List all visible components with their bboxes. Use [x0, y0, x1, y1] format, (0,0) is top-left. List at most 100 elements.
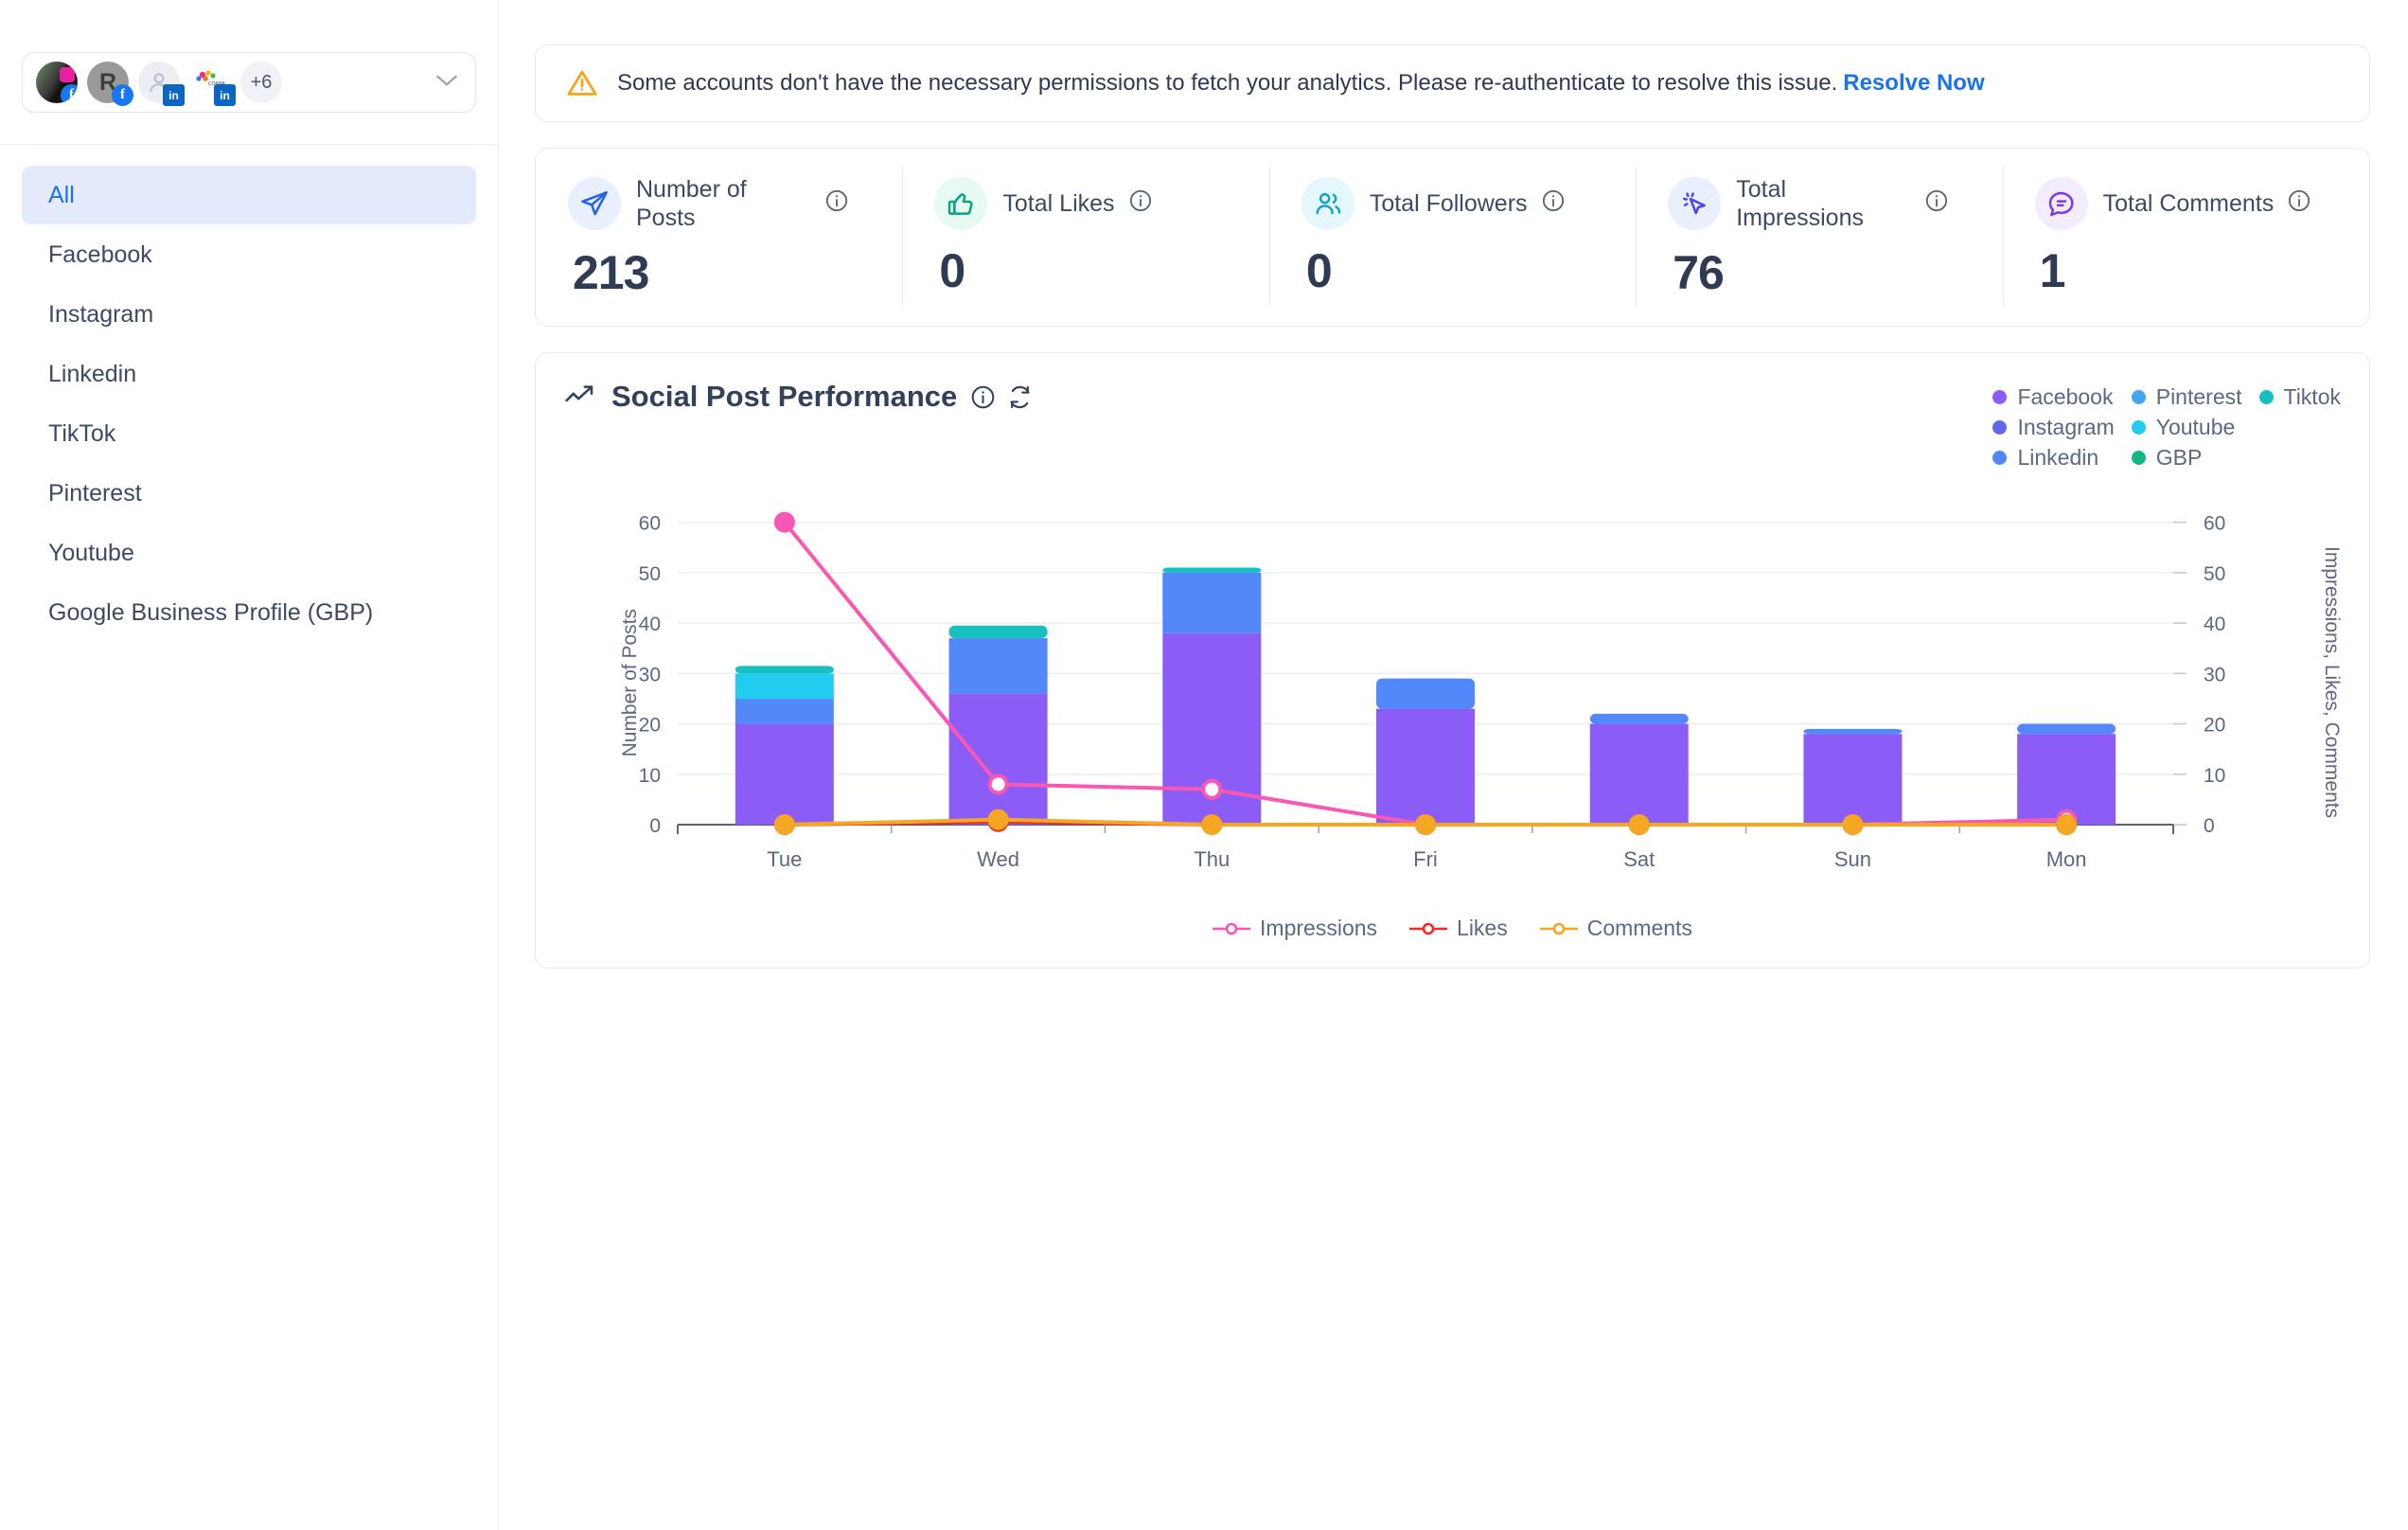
line-marker-icon [1540, 921, 1578, 936]
bar-segment-linkedin[interactable] [1376, 679, 1475, 709]
legend-item-tiktok[interactable]: Tiktok [2259, 384, 2342, 410]
point-impressions[interactable] [990, 775, 1007, 792]
bar-segment-linkedin[interactable] [1803, 729, 1902, 734]
metric-legend: Impressions Likes Comments [536, 916, 2369, 941]
bar-segment-facebook[interactable] [735, 724, 834, 825]
x-axis-tick-label: Fri [1413, 847, 1438, 871]
kpi-total-impressions: Total Impressions 76 [1636, 149, 2002, 326]
warning-triangle-icon [566, 67, 598, 99]
network-nav: All Facebook Instagram Linkedin TikTok P… [0, 166, 498, 643]
bar-segment-linkedin[interactable] [949, 638, 1048, 694]
legend-item-gbp[interactable]: GBP [2132, 445, 2242, 471]
page-title: Social Post Performance [611, 380, 957, 414]
info-icon[interactable] [1128, 188, 1153, 218]
social-post-performance-card: Social Post Performance Facebook Pintere… [535, 352, 2370, 969]
legend-label: Likes [1457, 916, 1508, 941]
point-comments[interactable] [1203, 816, 1220, 833]
avatar-linkedin-2[interactable]: COMPANY in [189, 62, 231, 103]
info-icon[interactable] [1541, 188, 1566, 218]
sidebar-item-all[interactable]: All [22, 166, 476, 224]
legend-item-impressions[interactable]: Impressions [1213, 916, 1377, 941]
bar-segment-youtube[interactable] [735, 673, 834, 699]
info-icon[interactable] [824, 188, 849, 218]
bar-segment-linkedin[interactable] [1162, 573, 1261, 633]
line-marker-icon [1409, 921, 1447, 936]
account-selector[interactable]: f R f in COMPANY in [22, 52, 476, 113]
main-content: Some accounts don't have the necessary p… [499, 0, 2408, 1530]
bar-segment-tiktok[interactable] [949, 626, 1048, 638]
legend-item-pinterest[interactable]: Pinterest [2132, 384, 2242, 410]
legend-label: Impressions [1260, 916, 1377, 941]
bar-segment-facebook[interactable] [1590, 724, 1689, 825]
line-marker-icon [1213, 921, 1250, 936]
bar-segment-facebook[interactable] [949, 694, 1048, 825]
thumbs-up-icon [934, 177, 987, 230]
y2-axis-title: Impressions, Likes, Comments [2320, 546, 2343, 818]
chevron-down-icon[interactable] [434, 73, 459, 92]
point-comments[interactable] [990, 811, 1007, 828]
sidebar-item-instagram[interactable]: Instagram [22, 285, 476, 344]
legend-item-comments[interactable]: Comments [1540, 916, 1692, 941]
bar-segment-linkedin[interactable] [2017, 724, 2116, 735]
kpi-value: 76 [1673, 245, 2002, 300]
bar-segment-tiktok[interactable] [1162, 568, 1261, 573]
point-comments[interactable] [1631, 816, 1648, 833]
sidebar-item-pinterest[interactable]: Pinterest [22, 464, 476, 523]
kpi-summary-row: Number of Posts 213 Total Likes [535, 148, 2370, 327]
social-post-performance-chart: 00101020203030404050506060TueWedThuFriSa… [564, 503, 2296, 900]
y2-axis-tick-label: 10 [2204, 765, 2225, 787]
y-axis-tick-label: 30 [639, 664, 661, 685]
point-comments[interactable] [1844, 816, 1861, 833]
chart-title-group: Social Post Performance [564, 380, 1044, 414]
kpi-value: 213 [573, 245, 902, 300]
y-axis-tick-label: 20 [639, 715, 661, 737]
resolve-now-link[interactable]: Resolve Now [1843, 70, 1984, 97]
legend-item-likes[interactable]: Likes [1409, 916, 1508, 941]
sidebar-item-label: Facebook [48, 241, 152, 269]
sidebar-item-facebook[interactable]: Facebook [22, 225, 476, 284]
y-axis-tick-label: 50 [639, 563, 661, 585]
info-icon[interactable] [1924, 188, 1949, 218]
legend-item-youtube[interactable]: Youtube [2132, 415, 2242, 440]
sidebar-item-youtube[interactable]: Youtube [22, 524, 476, 582]
sidebar-item-gbp[interactable]: Google Business Profile (GBP) [22, 583, 476, 642]
chart-header: Social Post Performance Facebook Pintere… [564, 380, 2341, 471]
kpi-number-of-posts: Number of Posts 213 [536, 149, 902, 326]
point-comments[interactable] [776, 816, 793, 833]
bar-segment-linkedin[interactable] [735, 699, 834, 724]
avatar-facebook-2[interactable]: R f [87, 62, 129, 103]
bar-segment-tiktok[interactable] [735, 666, 834, 673]
x-axis-tick-label: Tue [767, 847, 802, 871]
info-icon[interactable] [2287, 188, 2311, 218]
point-impressions[interactable] [776, 514, 793, 531]
legend-item-facebook[interactable]: Facebook [1992, 384, 2114, 410]
legend-dot-icon [1992, 420, 2007, 435]
sidebar-item-label: Pinterest [48, 480, 142, 507]
sidebar-item-linkedin[interactable]: Linkedin [22, 345, 476, 403]
sidebar-item-label: Google Business Profile (GBP) [48, 599, 373, 627]
kpi-value: 0 [939, 243, 1268, 298]
bar-segment-facebook[interactable] [1376, 709, 1475, 825]
linkedin-badge-icon: in [163, 84, 185, 106]
sidebar-item-tiktok[interactable]: TikTok [22, 404, 476, 463]
sidebar-divider [0, 144, 498, 145]
sidebar-item-label: TikTok [48, 420, 115, 448]
point-comments[interactable] [2058, 816, 2075, 833]
bar-segment-facebook[interactable] [1803, 734, 1902, 825]
point-impressions[interactable] [1203, 781, 1220, 798]
info-icon[interactable] [970, 384, 996, 410]
legend-item-instagram[interactable]: Instagram [1992, 415, 2114, 440]
legend-label: Youtube [2156, 415, 2236, 440]
sidebar-item-label: Linkedin [48, 361, 136, 388]
kpi-label: Total Impressions [1736, 175, 1911, 232]
avatar-linkedin-1[interactable]: in [138, 62, 180, 103]
more-accounts-count[interactable]: +6 [240, 62, 282, 103]
avatar-facebook-1[interactable]: f [36, 62, 78, 103]
permissions-alert-banner: Some accounts don't have the necessary p… [535, 44, 2370, 122]
refresh-icon[interactable] [1007, 384, 1033, 410]
legend-item-linkedin[interactable]: Linkedin [1992, 445, 2114, 471]
y-axis-tick-label: 0 [649, 815, 661, 837]
bar-segment-linkedin[interactable] [1590, 714, 1689, 724]
point-comments[interactable] [1417, 816, 1434, 833]
kpi-value: 1 [2040, 243, 2369, 298]
